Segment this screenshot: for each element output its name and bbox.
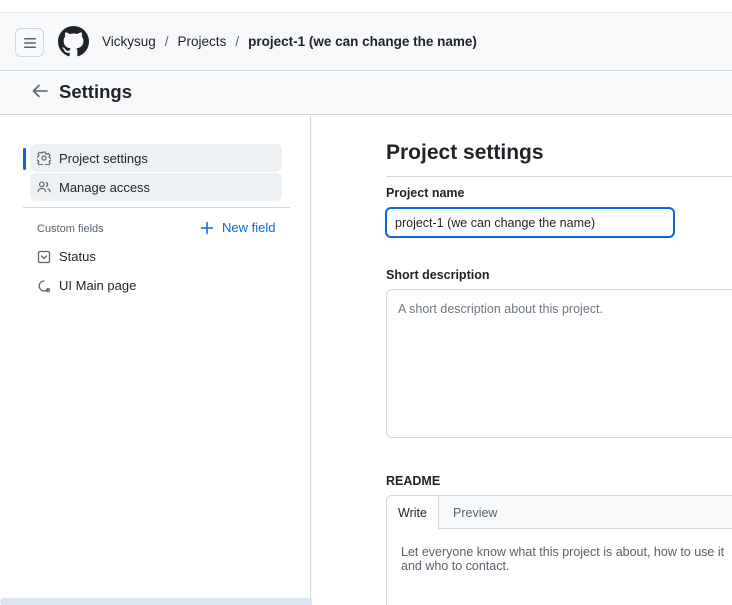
settings-header: Settings xyxy=(0,72,732,115)
app-header: Vickysug / Projects / project-1 (we can … xyxy=(0,13,732,71)
breadcrumb-owner[interactable]: Vickysug xyxy=(102,34,156,49)
tab-preview[interactable]: Preview xyxy=(442,496,508,529)
new-field-label: New field xyxy=(222,220,276,235)
sidebar-item-manage-access[interactable]: Manage access xyxy=(30,173,282,201)
readme-label: README xyxy=(386,474,441,488)
sidebar-divider xyxy=(23,207,290,208)
single-select-icon xyxy=(37,250,51,264)
breadcrumb-separator: / xyxy=(164,34,169,49)
menu-button[interactable] xyxy=(15,28,44,57)
custom-field-label: Status xyxy=(59,249,96,264)
breadcrumb-project[interactable]: project-1 (we can change the name) xyxy=(248,34,477,49)
settings-main: Project settings Project name Short desc… xyxy=(312,116,732,605)
readme-input[interactable] xyxy=(387,530,732,605)
short-description-input[interactable] xyxy=(386,289,732,438)
title-divider xyxy=(386,176,732,177)
gear-icon xyxy=(37,151,51,165)
custom-field-label: UI Main page xyxy=(59,278,137,293)
new-field-button[interactable]: New field xyxy=(200,220,275,235)
settings-title: Settings xyxy=(59,81,132,102)
horizontal-scrollbar[interactable] xyxy=(0,598,338,605)
settings-sidebar: Project settings Manage access Custom fi… xyxy=(0,116,338,605)
breadcrumb-separator: / xyxy=(235,34,240,49)
people-icon xyxy=(37,180,51,194)
breadcrumb-projects[interactable]: Projects xyxy=(178,34,227,49)
tab-write[interactable]: Write xyxy=(387,496,439,530)
breadcrumb: Vickysug / Projects / project-1 (we can … xyxy=(102,34,477,49)
plus-icon xyxy=(200,221,214,235)
custom-field-ui-main-page[interactable]: UI Main page xyxy=(37,278,136,293)
iteration-icon xyxy=(37,279,51,293)
project-name-label: Project name xyxy=(386,186,465,200)
short-description-label: Short description xyxy=(386,268,490,282)
github-logo-icon[interactable] xyxy=(58,26,89,57)
page-title: Project settings xyxy=(386,141,544,164)
custom-fields-heading: Custom fields xyxy=(37,223,104,235)
back-arrow-icon[interactable] xyxy=(31,82,49,100)
readme-editor: Write Preview xyxy=(386,495,732,605)
project-name-input[interactable] xyxy=(385,207,675,238)
sidebar-item-label: Manage access xyxy=(59,179,151,195)
top-strip xyxy=(0,0,732,13)
active-indicator xyxy=(23,148,26,170)
readme-tabs: Write Preview xyxy=(387,496,732,530)
hamburger-icon xyxy=(23,37,36,48)
sidebar-item-label: Project settings xyxy=(59,150,148,166)
custom-field-status[interactable]: Status xyxy=(37,249,96,264)
sidebar-item-project-settings[interactable]: Project settings xyxy=(30,144,282,172)
